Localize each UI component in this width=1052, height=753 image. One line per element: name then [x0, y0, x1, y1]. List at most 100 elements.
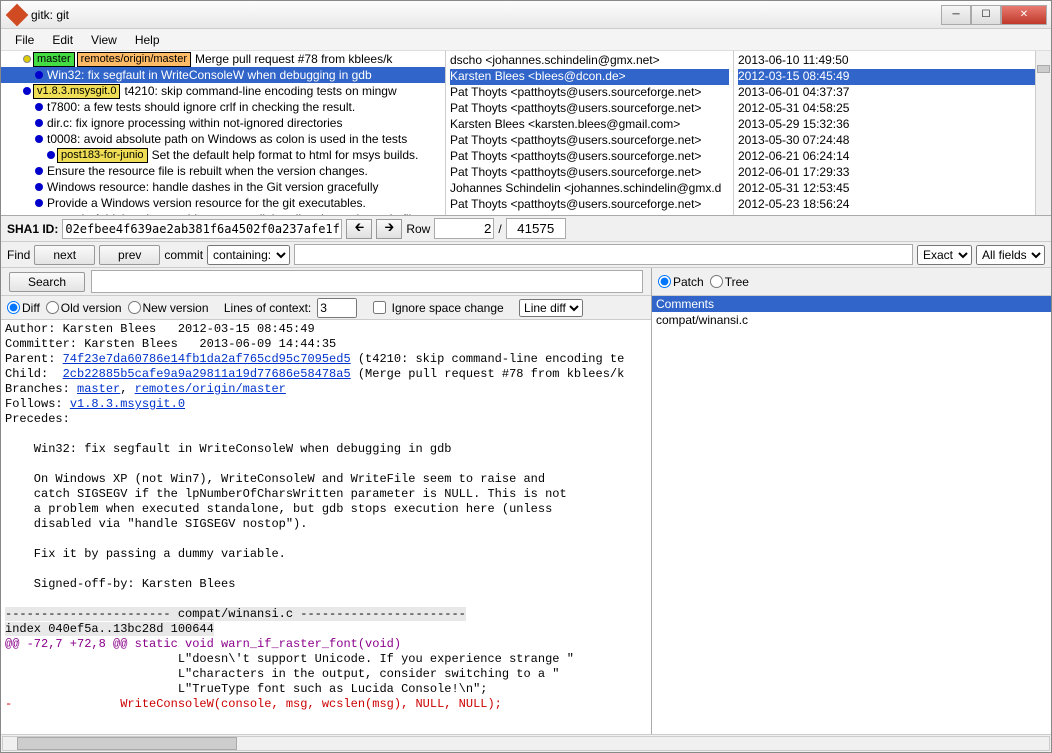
find-prev-button[interactable]: prev — [99, 245, 160, 265]
newver-radio[interactable] — [128, 301, 141, 314]
date-row[interactable]: 2012-05-28 02:46:54 — [738, 213, 1047, 215]
diff-radio[interactable] — [7, 301, 20, 314]
commit-subject: t0008: avoid absolute path on Windows as… — [47, 132, 407, 146]
author-row[interactable]: Pat Thoyts <patthoyts@users.sourceforge.… — [450, 85, 729, 101]
find-input[interactable] — [294, 244, 913, 265]
commit-row[interactable]: Windows resource: handle dashes in the G… — [1, 179, 445, 195]
author-row[interactable]: Pat Thoyts <patthoyts@users.sourceforge.… — [450, 133, 729, 149]
author-row[interactable]: Pat Thoyts <patthoyts@users.sourceforge.… — [450, 165, 729, 181]
commit-row[interactable]: Provide a Windows version resource for t… — [1, 195, 445, 211]
history-scrollbar[interactable] — [1035, 51, 1051, 215]
commit-row[interactable]: t0008: avoid absolute path on Windows as… — [1, 131, 445, 147]
patch-radio[interactable] — [658, 275, 671, 288]
commit-row[interactable]: Ensure the resource file is rebuilt when… — [1, 163, 445, 179]
author-row[interactable]: Karsten Blees <karsten.blees@gmail.com> — [450, 117, 729, 133]
branch-link[interactable]: remotes/origin/master — [135, 382, 286, 396]
find-fields-select[interactable]: All fields — [976, 245, 1045, 265]
graph-node-icon — [35, 135, 43, 143]
back-button[interactable]: 🡰 — [346, 219, 372, 239]
commit-row[interactable]: Win32: fix segfault in WriteConsoleW whe… — [1, 67, 445, 83]
parent-link[interactable]: 74f23e7da60786e14fb1da2af765cd95c7095ed5 — [63, 352, 351, 366]
menu-help[interactable]: Help — [127, 31, 168, 49]
date-row[interactable]: 2012-05-23 18:56:24 — [738, 197, 1047, 213]
author-row[interactable]: Pat Thoyts <patthoyts@users.sourceforge.… — [450, 149, 729, 165]
diff-pane[interactable]: Author: Karsten Blees 2012-03-15 08:45:4… — [1, 320, 651, 734]
commits-column[interactable]: masterremotes/origin/masterMerge pull re… — [1, 51, 446, 215]
commit-subject: Provide a Windows version resource for t… — [47, 196, 366, 210]
commit-subject: dir.c: fix ignore processing within not-… — [47, 116, 342, 130]
commit-subject: Set the default help format to html for … — [152, 148, 419, 162]
h-scrollbar[interactable] — [2, 736, 1050, 751]
titlebar[interactable]: gitk: git ─ ☐ ✕ — [1, 1, 1051, 29]
tag-link[interactable]: v1.8.3.msysgit.0 — [70, 397, 185, 411]
date-row[interactable]: 2013-05-29 15:32:36 — [738, 117, 1047, 133]
graph-node-icon — [35, 119, 43, 127]
commit-subject: t4210: skip command-line encoding tests … — [124, 84, 396, 98]
dates-column[interactable]: 2013-06-10 11:49:502012-03-15 08:45:4920… — [734, 51, 1051, 215]
close-button[interactable]: ✕ — [1001, 5, 1047, 25]
commit-row[interactable]: dir.c: fix ignore processing within not-… — [1, 115, 445, 131]
row-label: Row — [406, 222, 430, 236]
date-row[interactable]: 2012-03-15 08:45:49 — [738, 69, 1047, 85]
search-input[interactable] — [91, 270, 643, 293]
sha1-field[interactable] — [62, 219, 342, 239]
find-mode-select[interactable]: containing: — [207, 245, 290, 265]
date-row[interactable]: 2012-06-21 06:24:14 — [738, 149, 1047, 165]
commit-subject: Ensure the resource file is rebuilt when… — [47, 164, 368, 178]
total-rows — [506, 218, 566, 239]
child-link[interactable]: 2cb22885b5cafe9a9a29811a19d77686e58478a5 — [63, 367, 351, 381]
ref-tag: post183-for-junio — [57, 148, 148, 163]
patch-tree-bar: Patch Tree — [652, 268, 1051, 296]
author-row[interactable]: Karsten Blees <blees@dcon.de> — [450, 69, 729, 85]
find-next-button[interactable]: next — [34, 245, 95, 265]
date-row[interactable]: 2012-06-01 17:29:33 — [738, 165, 1047, 181]
commit-row[interactable]: v1.8.3.msysgit.0t4210: skip command-line… — [1, 83, 445, 99]
app-icon — [6, 3, 29, 26]
menu-edit[interactable]: Edit — [44, 31, 81, 49]
minimize-button[interactable]: ─ — [941, 5, 971, 25]
row-field[interactable] — [434, 218, 494, 239]
commit-subject: t7800: a few tests should ignore crlf in… — [47, 100, 355, 114]
linediff-select[interactable]: Line diff — [519, 299, 583, 317]
oldver-radio[interactable] — [46, 301, 59, 314]
comments-header[interactable]: Comments — [652, 296, 1051, 312]
find-bar: Find next prev commit containing: Exact … — [1, 242, 1051, 268]
forward-button[interactable]: 🡲 — [376, 219, 402, 239]
author-row[interactable]: dscho <johannes.schindelin@gmx.net> — [450, 53, 729, 69]
find-exact-select[interactable]: Exact — [917, 245, 972, 265]
graph-node-icon — [47, 151, 55, 159]
date-row[interactable]: 2013-05-30 07:24:48 — [738, 133, 1047, 149]
author-row[interactable]: Pat Thoyts <patthoyts@users.sourceforge.… — [450, 197, 729, 213]
menu-view[interactable]: View — [83, 31, 125, 49]
file-pane: Patch Tree Comments compat/winansi.c — [651, 268, 1051, 734]
file-item[interactable]: compat/winansi.c — [652, 312, 1051, 328]
date-row[interactable]: 2013-06-01 04:37:37 — [738, 85, 1047, 101]
commit-row[interactable]: masterremotes/origin/masterMerge pull re… — [1, 51, 445, 67]
search-bar: Search — [1, 268, 651, 296]
tree-radio[interactable] — [710, 275, 723, 288]
commit-subject: Win32: fix segfault in WriteConsoleW whe… — [47, 68, 372, 82]
date-row[interactable]: 2012-05-31 04:58:25 — [738, 101, 1047, 117]
find-target: commit — [164, 248, 203, 262]
loc-spinner[interactable] — [317, 298, 357, 318]
author-row[interactable]: Pat Thoyts <patthoyts@users.sourceforge.… — [450, 101, 729, 117]
date-row[interactable]: 2012-05-31 12:53:45 — [738, 181, 1047, 197]
graph-node-icon — [35, 103, 43, 111]
author-row[interactable]: Pierre le Riche <github@pleasedontspam.m… — [450, 213, 729, 215]
ref-tag: remotes/origin/master — [77, 52, 191, 67]
commit-row[interactable]: msysgit: Add the --large-address-aware l… — [1, 211, 445, 215]
commit-subject: Merge pull request #78 from kblees/k — [195, 52, 392, 66]
commit-row[interactable]: post183-for-junio Set the default help fo… — [1, 147, 445, 163]
ignorews-checkbox[interactable] — [373, 301, 386, 314]
file-list[interactable]: Comments compat/winansi.c — [652, 296, 1051, 734]
maximize-button[interactable]: ☐ — [971, 5, 1001, 25]
nav-bar: SHA1 ID: 🡰 🡲 Row / — [1, 216, 1051, 242]
date-row[interactable]: 2013-06-10 11:49:50 — [738, 53, 1047, 69]
author-row[interactable]: Johannes Schindelin <johannes.schindelin… — [450, 181, 729, 197]
authors-column[interactable]: dscho <johannes.schindelin@gmx.net>Karst… — [446, 51, 734, 215]
branch-link[interactable]: master — [77, 382, 120, 396]
menu-file[interactable]: File — [7, 31, 42, 49]
search-button[interactable]: Search — [9, 272, 85, 292]
commit-row[interactable]: t7800: a few tests should ignore crlf in… — [1, 99, 445, 115]
commit-subject: Windows resource: handle dashes in the G… — [47, 180, 379, 194]
